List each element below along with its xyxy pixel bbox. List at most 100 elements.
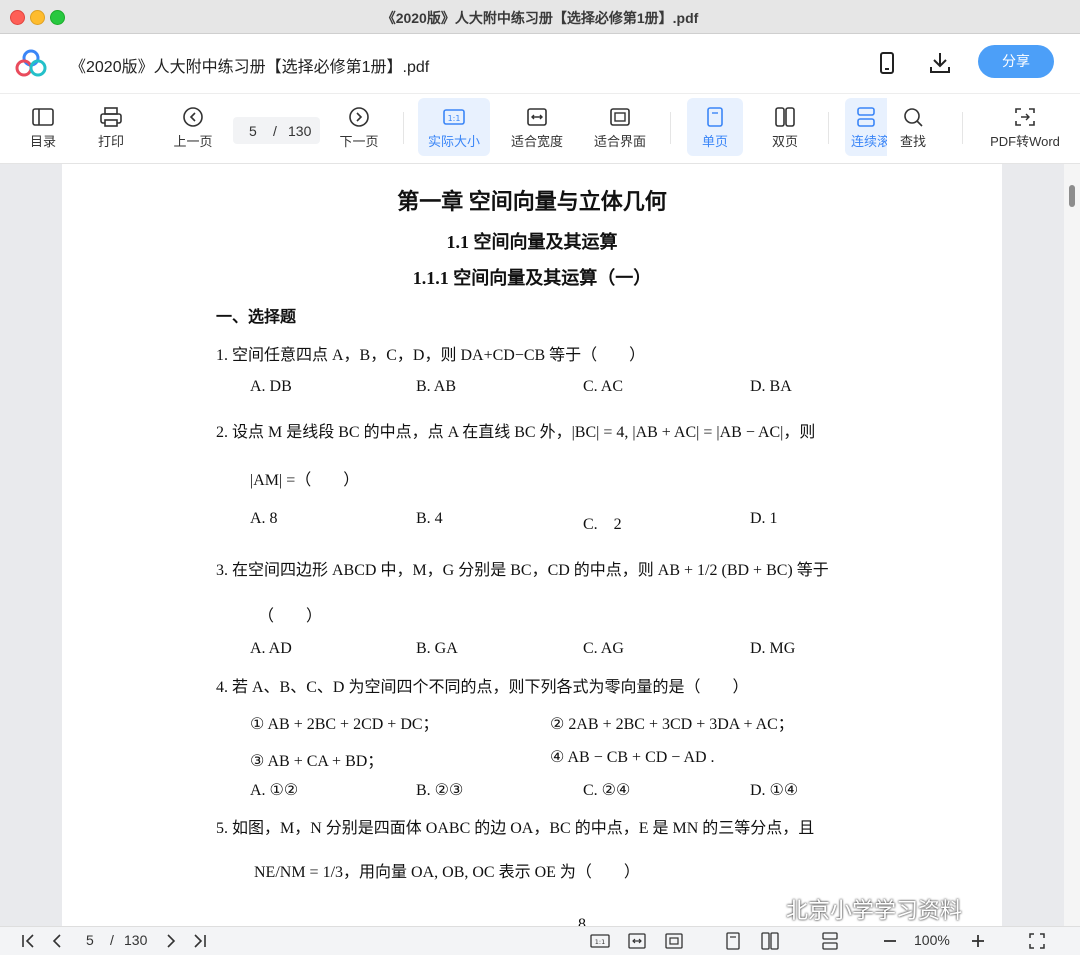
q2-stem-continued: |AM| =（ ） [250, 472, 360, 489]
q1-option-d: D. BA [750, 378, 792, 395]
fit-page-icon[interactable] [664, 931, 684, 951]
sidebar-icon [32, 108, 54, 126]
q3-option-c: C. AG [583, 640, 624, 657]
convert-icon [1015, 108, 1035, 126]
toolbar: 目录 打印 上一页 5 / 130 下一页 1:1 实际大小 适合宽度 适合界面… [0, 94, 1080, 164]
zoom-in-icon[interactable] [968, 931, 988, 951]
last-page-icon[interactable] [189, 931, 209, 951]
next-page-icon[interactable] [161, 931, 181, 951]
part-heading: 一、选择题 [216, 309, 297, 326]
page-number-input[interactable]: 5 / 130 [233, 117, 320, 144]
window-title: 《2020版》人大附中练习册【选择必修第1册】.pdf [381, 10, 699, 26]
prev-page-icon[interactable] [47, 931, 67, 951]
prev-page-button[interactable]: 上一页 [166, 98, 220, 156]
watermark: 北京小学学习资料 [786, 898, 963, 923]
status-page-separator: / [110, 932, 114, 948]
q1-option-b: B. AB [416, 378, 457, 395]
status-page-total: 130 [124, 932, 148, 948]
fit-width-button[interactable]: 适合宽度 [505, 98, 569, 156]
q3-stem: 3. 在空间四边形 ABCD 中，M，G 分别是 BC，CD 的中点，则 AB … [216, 562, 829, 579]
fit-page-label: 适合界面 [593, 134, 646, 149]
prev-page-label: 上一页 [173, 134, 213, 149]
fit-width-icon [527, 108, 547, 126]
q3-stem-continued: （ ） [258, 608, 323, 625]
q2-option-b: B. 4 [416, 510, 443, 527]
page-current: 5 [249, 123, 257, 139]
toolbar-divider [670, 112, 671, 144]
zoom-out-icon[interactable] [880, 931, 900, 951]
next-page-label: 下一页 [339, 134, 379, 149]
window-titlebar: 《2020版》人大附中练习册【选择必修第1册】.pdf [0, 0, 1080, 34]
double-page-icon[interactable] [760, 931, 780, 951]
page-number: 8 [578, 916, 586, 926]
q4-option-a: A. ①② [250, 782, 299, 799]
print-label: 打印 [97, 134, 124, 149]
first-page-icon[interactable] [19, 931, 39, 951]
next-page-button[interactable]: 下一页 [332, 98, 386, 156]
fit-width-label: 适合宽度 [510, 134, 563, 149]
q1-stem: 1. 空间任意四点 A，B，C，D，则 DA+CD−CB 等于（ ） [216, 347, 646, 364]
share-button[interactable]: 分享 [978, 45, 1054, 78]
q3-option-a: A. AD [250, 640, 292, 657]
search-button[interactable]: 查找 [888, 98, 938, 156]
double-page-button[interactable]: 双页 [757, 98, 813, 156]
double-page-label: 双页 [771, 134, 798, 149]
fit-width-icon[interactable] [627, 931, 647, 951]
continuous-scroll-label: 连续滚 [851, 134, 887, 149]
printer-icon [100, 107, 122, 127]
download-icon[interactable] [927, 50, 953, 76]
vertical-scrollbar[interactable] [1064, 164, 1080, 926]
fullscreen-icon[interactable] [1027, 931, 1047, 951]
q5-stem: 5. 如图，M，N 分别是四面体 OABC 的边 OA，BC 的中点，E 是 M… [216, 820, 815, 837]
q4-option-b: B. ②③ [416, 782, 464, 799]
fit-page-button[interactable]: 适合界面 [588, 98, 652, 156]
double-page-icon [775, 107, 795, 127]
chevron-right-circle-icon [349, 107, 369, 127]
q1-option-a: A. DB [250, 378, 292, 395]
single-page-label: 单页 [701, 134, 728, 149]
q4-expression-2: ② 2AB + 2BC + 3CD + 3DA + AC； [550, 716, 794, 733]
q2-option-c: C. 2 [583, 516, 622, 533]
toc-button[interactable]: 目录 [18, 98, 68, 156]
single-page-icon [707, 107, 723, 127]
q4-expression-4: ④ AB − CB + CD − AD . [550, 749, 715, 766]
actual-size-icon: 1:1 [443, 109, 465, 125]
single-page-button[interactable]: 单页 [687, 98, 743, 156]
q2-option-d: D. 1 [750, 510, 778, 527]
q5-stem-continued: NE/NM = 1/3，用向量 OA, OB, OC 表示 OE 为（ ） [254, 864, 640, 881]
single-page-icon[interactable] [723, 931, 743, 951]
q4-expression-1: ① AB + 2BC + 2CD + DC； [250, 716, 439, 733]
q1-option-c: C. AC [583, 378, 624, 395]
document-title: 《2020版》人大附中练习册【选择必修第1册】.pdf [70, 59, 430, 76]
toc-label: 目录 [29, 134, 56, 149]
chevron-left-circle-icon [183, 107, 203, 127]
toolbar-divider [962, 112, 963, 144]
toolbar-divider [403, 112, 404, 144]
status-bar: 5 / 130 1:1 100% [0, 926, 1080, 955]
q2-stem: 2. 设点 M 是线段 BC 的中点，点 A 在直线 BC 外，|BC| = 4… [216, 424, 816, 441]
q4-expression-3: ③ AB + CA + BD； [250, 753, 384, 770]
document-viewport[interactable]: 第一章 空间向量与立体几何 1.1 空间向量及其运算 1.1.1 空间向量及其运… [0, 164, 1080, 926]
print-button[interactable]: 打印 [86, 98, 136, 156]
continuous-scroll-icon[interactable] [820, 931, 840, 951]
chapter-heading: 第一章 空间向量与立体几何 [397, 189, 667, 214]
svg-text:1:1: 1:1 [448, 114, 461, 123]
mobile-icon[interactable] [874, 50, 900, 76]
toolbar-divider [828, 112, 829, 144]
q3-option-d: D. MG [750, 640, 796, 657]
q2-option-a: A. 8 [250, 510, 278, 527]
scrollbar-thumb[interactable] [1069, 185, 1075, 207]
pdf-to-word-button[interactable]: PDF转Word [982, 98, 1068, 156]
actual-size-icon[interactable]: 1:1 [590, 931, 610, 951]
continuous-scroll-icon [857, 107, 875, 127]
fit-page-icon [610, 108, 630, 126]
status-page-current[interactable]: 5 [86, 932, 94, 948]
app-header: 《2020版》人大附中练习册【选择必修第1册】.pdf 分享 [0, 34, 1080, 94]
subsection-heading: 1.1.1 空间向量及其运算（一） [412, 268, 652, 288]
actual-size-label: 实际大小 [427, 134, 480, 149]
svg-text:1:1: 1:1 [595, 938, 605, 946]
continuous-scroll-button[interactable]: 连续滚 [845, 98, 887, 156]
page-separator: / [273, 123, 277, 139]
page-total: 130 [288, 123, 312, 139]
actual-size-button[interactable]: 1:1 实际大小 [418, 98, 490, 156]
